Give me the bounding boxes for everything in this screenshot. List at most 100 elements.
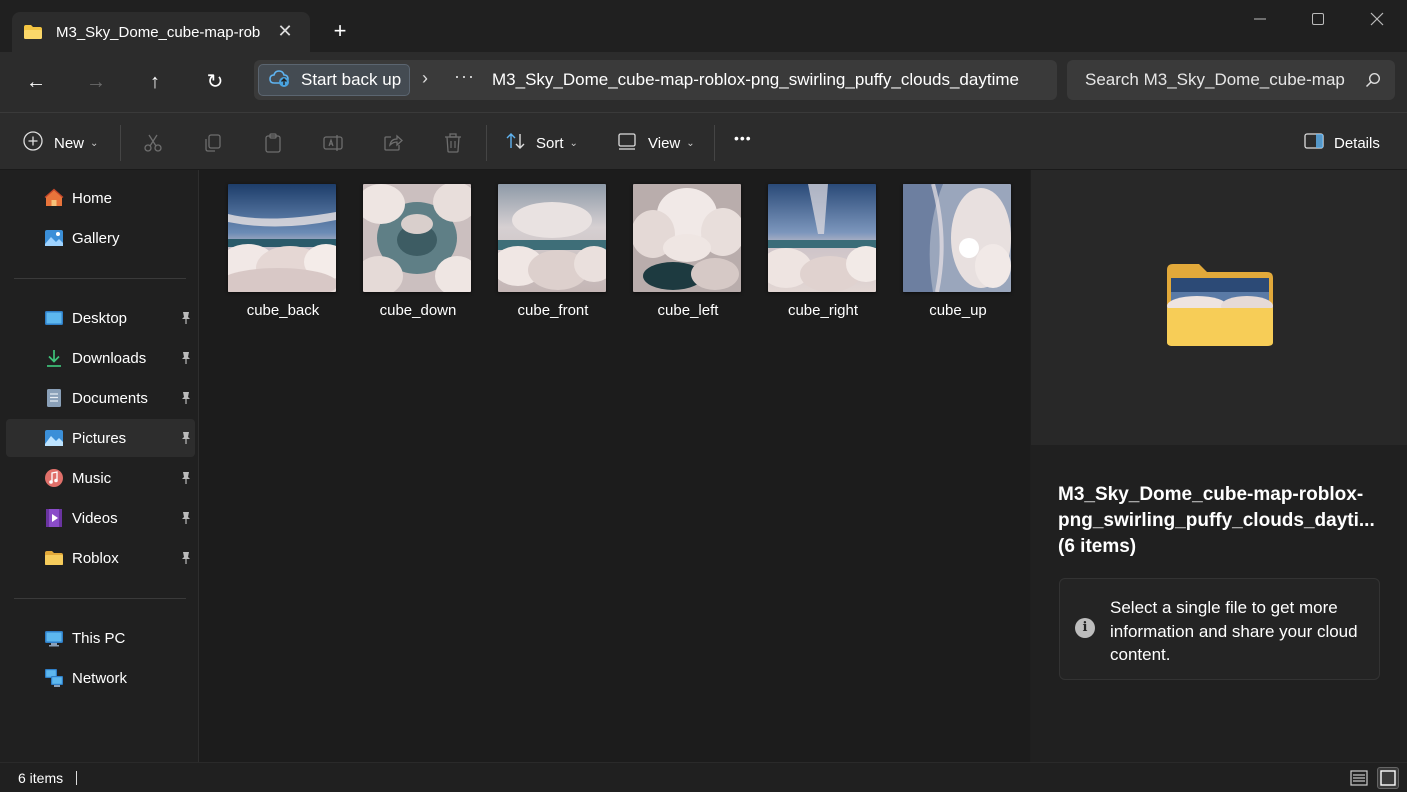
new-label: New	[54, 134, 85, 152]
file-item[interactable]: cube_right	[753, 184, 883, 324]
large-icons-view-icon[interactable]	[1377, 767, 1399, 789]
start-backup-button[interactable]: Start back up	[258, 64, 410, 96]
up-button[interactable]: ↑	[139, 66, 171, 98]
sidebar-item-videos[interactable]: Videos	[6, 499, 195, 537]
new-tab-button[interactable]: +	[328, 20, 352, 44]
sidebar-item-gallery[interactable]: Gallery	[6, 219, 195, 257]
sidebar-item-downloads[interactable]: Downloads	[6, 339, 195, 377]
cut-icon[interactable]	[142, 132, 164, 154]
pin-icon[interactable]	[181, 511, 191, 525]
details-title: M3_Sky_Dome_cube-map-roblox- png_swirlin…	[1058, 484, 1375, 557]
pin-icon[interactable]	[181, 311, 191, 325]
details-label: Details	[1334, 134, 1380, 152]
view-button[interactable]: View ⌄	[616, 130, 695, 156]
search-box[interactable]	[1067, 60, 1395, 100]
image-thumbnail[interactable]	[228, 184, 336, 292]
sidebar-item-label: Gallery	[72, 229, 120, 247]
image-thumbnail[interactable]	[498, 184, 606, 292]
image-thumbnail[interactable]	[633, 184, 741, 292]
more-options-button[interactable]: •••	[734, 130, 752, 146]
rename-icon[interactable]	[322, 132, 344, 154]
sidebar-item-this-pc[interactable]: › This PC	[6, 619, 195, 657]
sidebar-item-label: Videos	[72, 509, 118, 527]
copy-icon[interactable]	[202, 132, 224, 154]
title-bar: M3_Sky_Dome_cube-map-roblox-png_swirling…	[0, 0, 1407, 52]
desktop-icon	[44, 308, 64, 328]
file-item[interactable]: cube_front	[483, 184, 613, 324]
tab-active[interactable]: M3_Sky_Dome_cube-map-roblox-png_swirling…	[12, 12, 310, 52]
command-bar: New ⌄ Sort ⌄ View ⌄ ••• Details	[0, 112, 1407, 170]
file-name: cube_front	[517, 302, 589, 319]
file-name: cube_right	[787, 302, 859, 319]
sidebar-divider	[14, 598, 186, 599]
sort-label: Sort	[536, 134, 564, 152]
close-window-button[interactable]	[1362, 6, 1392, 32]
pin-icon[interactable]	[181, 391, 191, 405]
view-label: View	[648, 134, 681, 152]
sidebar-divider	[14, 278, 186, 279]
address-bar[interactable]: Start back up › ··· M3_Sky_Dome_cube-map…	[254, 60, 1057, 100]
refresh-button[interactable]: ↻	[199, 66, 231, 98]
sidebar-item-home[interactable]: Home	[6, 179, 195, 217]
folder-icon	[44, 548, 64, 568]
close-tab-icon[interactable]: ✕	[274, 20, 296, 42]
sidebar-item-music[interactable]: Music	[6, 459, 195, 497]
details-view-icon[interactable]	[1348, 767, 1370, 789]
file-item[interactable]: cube_up	[888, 184, 1018, 324]
pin-icon[interactable]	[181, 431, 191, 445]
info-icon: i	[1075, 618, 1095, 638]
sidebar-item-pictures[interactable]: Pictures	[6, 419, 195, 457]
pin-icon[interactable]	[181, 351, 191, 365]
forward-button[interactable]: →	[80, 66, 112, 98]
image-thumbnail[interactable]	[903, 184, 1011, 292]
cloud-backup-icon	[269, 68, 291, 92]
tab-title: M3_Sky_Dome_cube-map-roblox-png_swirling…	[56, 23, 260, 41]
sidebar-item-documents[interactable]: Documents	[6, 379, 195, 417]
share-icon[interactable]	[382, 132, 404, 154]
file-item[interactable]: cube_down	[348, 184, 478, 324]
back-button[interactable]: ←	[20, 66, 52, 98]
file-item[interactable]: cube_left	[618, 184, 748, 324]
sidebar-item-label: Pictures	[72, 429, 127, 447]
navigation-pane: Home Gallery Desktop Downloads Documents…	[0, 170, 199, 762]
toolbar-divider	[486, 125, 487, 161]
music-icon	[44, 468, 64, 488]
pin-icon[interactable]	[181, 551, 191, 565]
maximize-button[interactable]	[1303, 6, 1333, 32]
breadcrumb-current-folder[interactable]: M3_Sky_Dome_cube-map-roblox-png_swirling…	[492, 70, 1026, 90]
file-item[interactable]: cube_back	[213, 184, 343, 324]
file-name: cube_left	[657, 302, 719, 319]
paste-icon[interactable]	[262, 132, 284, 154]
sidebar-item-label: Desktop	[72, 309, 128, 327]
image-thumbnail[interactable]	[363, 184, 471, 292]
sidebar-item-desktop[interactable]: Desktop	[6, 299, 195, 337]
search-icon[interactable]	[1365, 72, 1381, 88]
status-bar: 6 items	[0, 762, 1407, 792]
delete-icon[interactable]	[442, 132, 464, 154]
sidebar-item-label: Downloads	[72, 349, 147, 367]
address-row: ← → ↑ ↻ Start back up › ··· M3_Sky_Dome_…	[0, 52, 1407, 112]
search-input[interactable]	[1067, 60, 1357, 100]
sidebar-item-network[interactable]: › Network	[6, 659, 195, 697]
videos-icon	[44, 508, 64, 528]
sort-icon	[505, 130, 527, 156]
breadcrumb-more-button[interactable]: ···	[454, 66, 475, 87]
pictures-icon	[44, 428, 64, 448]
sidebar-item-roblox[interactable]: Roblox	[6, 539, 195, 577]
image-thumbnail[interactable]	[768, 184, 876, 292]
status-divider	[76, 771, 77, 785]
folder-preview-icon	[1167, 262, 1273, 352]
sort-button[interactable]: Sort ⌄	[505, 130, 578, 156]
pin-icon[interactable]	[181, 471, 191, 485]
breadcrumb-chevron-icon[interactable]: ›	[422, 68, 428, 89]
new-button[interactable]: New ⌄	[22, 130, 98, 156]
item-count: 6 items	[18, 770, 64, 786]
gallery-icon	[44, 228, 64, 248]
downloads-icon	[44, 348, 64, 368]
file-name: cube_up	[929, 302, 987, 319]
file-list: cube_back cube_down cube_front cube_left…	[199, 170, 1030, 762]
details-button[interactable]: Details	[1303, 130, 1380, 156]
minimize-button[interactable]	[1245, 6, 1275, 32]
plus-circle-icon	[22, 130, 44, 156]
details-pane-icon	[1303, 130, 1325, 156]
